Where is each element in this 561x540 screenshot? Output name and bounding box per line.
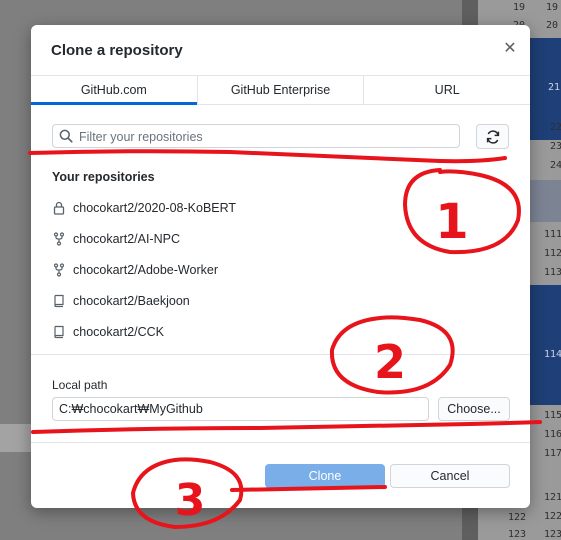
repository-name: chocokart2/Adobe-Worker <box>73 262 218 277</box>
tab-bar: GitHub.com GitHub Enterprise URL <box>31 75 530 105</box>
close-icon: ✕ <box>503 40 517 57</box>
line-number: 112 <box>544 248 561 259</box>
line-number: 111 <box>544 229 561 240</box>
list-item[interactable]: chocokart2/Baekjoon <box>52 285 510 316</box>
repository-list: chocokart2/2020-08-KoBERT chocokart2/AI-… <box>52 192 510 347</box>
refresh-button[interactable] <box>476 124 509 149</box>
line-number: 113 <box>544 267 561 278</box>
line-number: 20 <box>546 20 559 31</box>
line-number: 19 <box>513 2 526 13</box>
line-number: 123 <box>544 529 561 540</box>
fork-icon <box>52 231 66 247</box>
line-number: 117 <box>544 448 561 459</box>
repository-name: chocokart2/CCK <box>73 324 165 339</box>
line-number: 122 <box>544 511 561 522</box>
line-number: 22 <box>550 122 561 133</box>
list-item[interactable]: chocokart2/Adobe-Worker <box>52 254 510 285</box>
line-number: 116 <box>544 429 561 440</box>
list-item[interactable]: chocokart2/AI-NPC <box>52 223 510 254</box>
filter-box <box>52 124 460 148</box>
repository-name: chocokart2/2020-08-KoBERT <box>73 200 237 215</box>
line-number: 122 <box>508 512 527 523</box>
line-number: 24 <box>550 160 561 171</box>
tab-github-com[interactable]: GitHub.com <box>31 76 198 105</box>
repository-name: chocokart2/Baekjoon <box>73 293 190 308</box>
repository-name: chocokart2/AI-NPC <box>73 231 180 246</box>
fork-icon <box>52 262 66 278</box>
sync-icon <box>486 130 500 144</box>
line-number: 19 <box>546 2 559 13</box>
local-path-input[interactable] <box>52 397 429 421</box>
list-item[interactable]: chocokart2/CCK <box>52 316 510 347</box>
filter-repositories-input[interactable] <box>77 127 451 147</box>
line-number: 21 <box>548 82 561 93</box>
lock-icon <box>52 200 66 216</box>
line-number: 114 <box>544 349 561 360</box>
divider <box>31 354 530 355</box>
close-button[interactable]: ✕ <box>500 39 520 59</box>
cancel-button[interactable]: Cancel <box>390 464 510 488</box>
tab-github-enterprise[interactable]: GitHub Enterprise <box>198 76 365 104</box>
line-number: 115 <box>544 410 561 421</box>
tab-url[interactable]: URL <box>364 76 530 104</box>
line-number: 121 <box>544 492 561 503</box>
repo-icon <box>52 324 66 340</box>
dialog-title: Clone a repository <box>51 42 183 59</box>
clone-button[interactable]: Clone <box>265 464 385 488</box>
clone-repository-dialog: Clone a repository ✕ GitHub.com GitHub E… <box>31 25 530 508</box>
list-item[interactable]: chocokart2/2020-08-KoBERT <box>52 192 510 223</box>
choose-button[interactable]: Choose... <box>438 397 510 421</box>
line-number: 123 <box>508 529 527 540</box>
local-path-label: Local path <box>52 378 108 392</box>
your-repositories-heading: Your repositories <box>52 170 155 184</box>
divider <box>31 442 530 443</box>
search-icon <box>59 129 73 143</box>
repo-icon <box>52 293 66 309</box>
line-number: 23 <box>550 141 561 152</box>
